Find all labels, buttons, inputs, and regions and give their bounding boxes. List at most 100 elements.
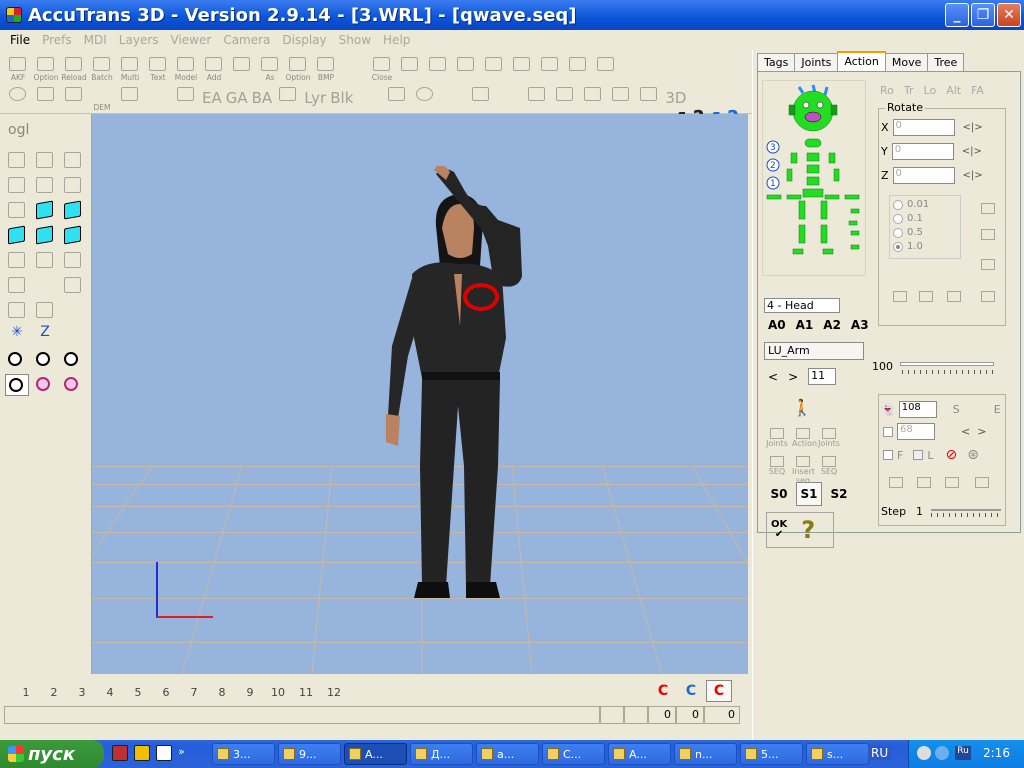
cyl3-icon[interactable] [607, 84, 635, 112]
fa-tab[interactable]: FA [971, 84, 984, 98]
end-frame-field[interactable]: 68 [897, 423, 935, 440]
xform-2-icon[interactable] [424, 54, 452, 82]
save-button[interactable] [228, 54, 256, 82]
3d-viewport[interactable] [92, 114, 748, 674]
taskbar-task-5[interactable]: a... [476, 743, 539, 765]
taskbar-task-7[interactable]: A... [608, 743, 671, 765]
save-bmp-button[interactable]: BMP [312, 54, 340, 82]
xform-5-icon[interactable] [508, 54, 536, 82]
key-add-button[interactable] [913, 475, 935, 495]
zoom-out-icon[interactable] [33, 349, 57, 371]
cube-view-5-icon[interactable] [61, 224, 85, 246]
rotate-tab[interactable]: Ro [880, 84, 894, 98]
save-as-button[interactable]: As [256, 54, 284, 82]
frame-number[interactable]: 12 [320, 686, 348, 699]
taskbar-task-4[interactable]: Д... [410, 743, 473, 765]
load-joints-button[interactable]: Joints [766, 426, 788, 448]
cube-view-4-icon[interactable] [33, 224, 57, 246]
load-action-button[interactable]: Action [792, 426, 817, 448]
frame-number[interactable]: 1 [12, 686, 40, 699]
xform-3-icon[interactable] [452, 54, 480, 82]
step-slider[interactable] [931, 509, 1001, 511]
box-icon[interactable] [635, 84, 663, 112]
quick-launch-icon-3[interactable] [156, 745, 172, 761]
tab-action[interactable]: Action [837, 51, 886, 71]
frame-number[interactable]: 4 [96, 686, 124, 699]
local-tab[interactable]: Lo [924, 84, 937, 98]
ea-button[interactable]: EA [200, 84, 224, 112]
scale2-icon[interactable] [33, 299, 57, 321]
z-axis-icon[interactable]: Z [33, 324, 57, 346]
bend-z-icon[interactable] [61, 174, 85, 196]
zoom-icon[interactable] [61, 349, 85, 371]
model-button[interactable]: Model [172, 54, 200, 82]
start-button[interactable]: пуск [0, 740, 104, 768]
menu-display[interactable]: Display [276, 33, 332, 47]
quick-launch-icon-1[interactable] [112, 745, 128, 761]
start-frame-field[interactable]: 108 [898, 401, 937, 418]
magic-icon[interactable] [172, 84, 200, 112]
ga-button[interactable]: GA [224, 84, 250, 112]
taskbar-task-1[interactable]: 3... [212, 743, 275, 765]
menu-help[interactable]: Help [377, 33, 416, 47]
taskbar-task-6[interactable]: C... [542, 743, 605, 765]
next-frame-button[interactable]: > [788, 370, 798, 384]
action-set-a3[interactable]: A3 [851, 318, 869, 332]
reload-button[interactable]: Reload [60, 54, 88, 82]
ce2-button[interactable] [943, 289, 965, 309]
frame-number[interactable]: 5 [124, 686, 152, 699]
snap2-icon[interactable] [61, 249, 85, 271]
xform-7-icon[interactable] [564, 54, 592, 82]
z-rotate-field[interactable]: 0 [892, 167, 955, 184]
prev-frame-button[interactable]: < [768, 370, 778, 384]
step-01-radio[interactable]: 0.1 [893, 213, 957, 224]
at-icon[interactable] [4, 84, 32, 112]
frame-number[interactable]: 7 [180, 686, 208, 699]
bend-x-icon[interactable] [5, 174, 29, 196]
frame-number[interactable]: 11 [292, 686, 320, 699]
save-seq-button[interactable]: SEQ [818, 454, 840, 476]
frame-number[interactable]: 2 [40, 686, 68, 699]
arrange-icon[interactable] [32, 84, 60, 112]
x-adjust-arrows[interactable]: <|> [963, 122, 983, 133]
s1-button[interactable]: S1 [796, 482, 822, 506]
select-icon[interactable] [5, 274, 29, 296]
x-rotate-field[interactable]: 0 [892, 119, 955, 136]
cube-view-1-icon[interactable] [33, 199, 57, 221]
action-set-a0[interactable]: A0 [768, 318, 786, 332]
key-del-button[interactable] [941, 475, 963, 495]
no-walk-icon[interactable]: ⊘ [945, 447, 957, 463]
insert-seq-button[interactable]: Insert seq [792, 454, 815, 485]
tray-icon-1[interactable] [917, 746, 931, 760]
selected-joint-field[interactable]: LU_Arm [764, 342, 864, 360]
taskbar-task-10[interactable]: s... [806, 743, 869, 765]
frame-number[interactable]: 10 [264, 686, 292, 699]
walk-icon[interactable]: 🚶 [792, 398, 812, 417]
cube-icon[interactable] [274, 84, 302, 112]
y-rotate-field[interactable]: 0 [891, 143, 954, 160]
frame-icon[interactable] [61, 274, 85, 296]
save-joints-button[interactable]: Joints [818, 426, 840, 448]
c2-button[interactable] [915, 289, 937, 309]
open-akf-button[interactable]: AKF [4, 54, 32, 82]
taskbar-task-8[interactable]: n... [674, 743, 737, 765]
ce-button[interactable] [977, 227, 999, 247]
c-button[interactable] [977, 201, 999, 221]
cyl2-icon[interactable] [579, 84, 607, 112]
ok-button[interactable]: OK ✔ [771, 520, 787, 540]
cube-view-2-icon[interactable] [61, 199, 85, 221]
cube-wire-icon[interactable] [33, 249, 57, 271]
help-button[interactable]: ? [801, 516, 815, 544]
alt-tab[interactable]: Alt [946, 84, 961, 98]
xform-1-icon[interactable] [396, 54, 424, 82]
key-1-button[interactable] [885, 475, 907, 495]
menu-file[interactable]: File [4, 33, 36, 47]
step-05-radio[interactable]: 0.5 [893, 227, 957, 238]
quick-launch-more[interactable]: » [178, 745, 185, 761]
multi-button[interactable]: Multi [116, 54, 144, 82]
stack-icon[interactable] [5, 199, 29, 221]
xform-4-icon[interactable] [480, 54, 508, 82]
zoom-color-icon[interactable] [33, 374, 57, 396]
s2-button[interactable]: S2 [826, 482, 852, 506]
action-set-a2[interactable]: A2 [823, 318, 841, 332]
